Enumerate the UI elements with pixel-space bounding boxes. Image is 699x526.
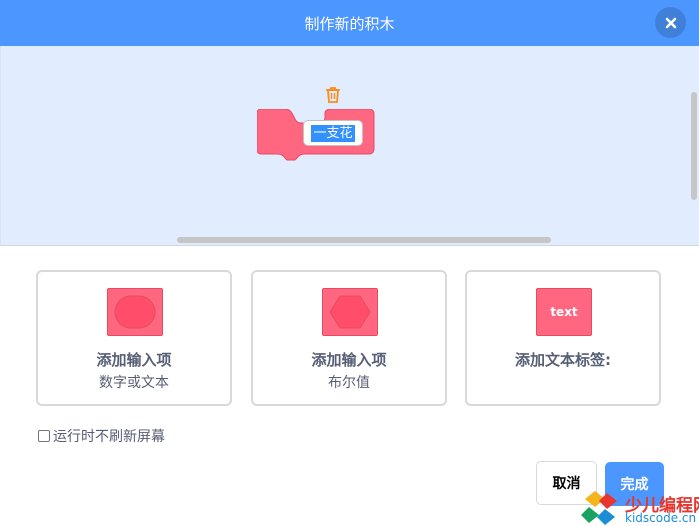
option-title: 添加文本标签: bbox=[515, 351, 611, 369]
block-name-text: 一支花 bbox=[311, 124, 355, 142]
watermark-url: kidscode.cn bbox=[625, 511, 697, 525]
horizontal-scrollbar[interactable] bbox=[177, 237, 551, 243]
dialog-header: 制作新的积木 bbox=[0, 0, 699, 46]
block-preview-workspace: 一支花 bbox=[0, 46, 699, 246]
option-subtitle: 布尔值 bbox=[328, 375, 370, 391]
close-icon bbox=[665, 17, 676, 28]
trash-icon[interactable] bbox=[323, 85, 343, 105]
option-subtitle: 数字或文本 bbox=[99, 375, 169, 391]
text-label-icon-text: text bbox=[550, 305, 578, 319]
boolean-input-icon bbox=[322, 288, 378, 336]
dialog-title: 制作新的积木 bbox=[304, 14, 395, 33]
vertical-scrollbar[interactable] bbox=[691, 92, 697, 200]
run-without-refresh-checkbox[interactable] bbox=[38, 430, 50, 442]
cancel-button-label: 取消 bbox=[552, 476, 581, 492]
run-without-refresh-label: 运行时不刷新屏幕 bbox=[53, 429, 165, 445]
text-label-icon: text bbox=[536, 288, 592, 336]
watermark-logo-icon bbox=[581, 491, 617, 525]
close-button[interactable] bbox=[655, 7, 686, 38]
option-title: 添加输入项 bbox=[96, 351, 172, 369]
add-number-text-input-option[interactable]: 添加输入项 数字或文本 bbox=[36, 270, 232, 406]
make-block-dialog: 制作新的积木 一支花 添加输入项 数字或文本 添加输入项 布尔值 text 添加… bbox=[0, 0, 699, 526]
option-title: 添加输入项 bbox=[311, 351, 387, 369]
run-without-refresh-row[interactable]: 运行时不刷新屏幕 bbox=[38, 426, 165, 446]
number-text-input-icon bbox=[107, 288, 163, 336]
add-text-label-option[interactable]: text 添加文本标签: bbox=[465, 270, 661, 406]
add-boolean-input-option[interactable]: 添加输入项 布尔值 bbox=[251, 270, 447, 406]
site-watermark: 少儿编程网 kidscode.cn bbox=[581, 487, 699, 526]
block-name-input[interactable]: 一支花 bbox=[303, 120, 363, 146]
